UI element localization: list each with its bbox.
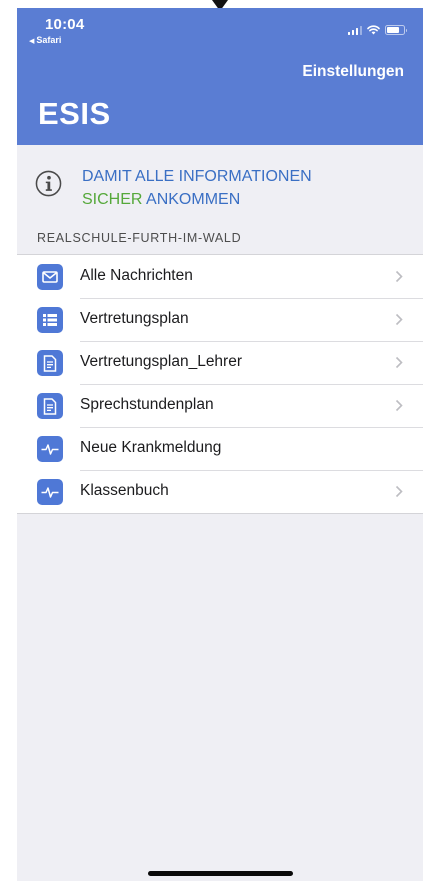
list-icon	[37, 307, 63, 333]
status-time: 10:04	[45, 16, 85, 33]
document-icon	[37, 350, 63, 376]
app-title: ESIS	[38, 96, 111, 131]
pulse-icon	[37, 479, 63, 505]
menu-item-vertretungsplan-lehrer[interactable]: Vertretungsplan_Lehrer	[17, 341, 423, 384]
info-line-2-rest: ANKOMMEN	[146, 191, 241, 208]
menu-item-label: Vertretungsplan	[80, 310, 189, 327]
info-message: DAMIT ALLE INFORMATIONEN SICHER ANKOMMEN	[82, 165, 312, 211]
home-indicator[interactable]	[148, 871, 293, 876]
chevron-right-icon	[395, 399, 403, 412]
back-to-app-link[interactable]: ◀ Safari	[29, 35, 61, 45]
phone-screen: 10:04 ◀ Safari Einstellungen ESIS DAMIT …	[17, 8, 423, 881]
chevron-right-icon	[395, 270, 403, 283]
section-title: REALSCHULE-FURTH-IM-WALD	[37, 231, 242, 245]
chevron-right-icon	[395, 356, 403, 369]
document-icon	[37, 393, 63, 419]
menu-item-sprechstundenplan[interactable]: Sprechstundenplan	[17, 384, 423, 427]
app-header: 10:04 ◀ Safari Einstellungen ESIS	[17, 8, 423, 145]
info-icon	[35, 170, 62, 197]
menu-item-label: Sprechstundenplan	[80, 396, 214, 413]
pulse-icon	[37, 436, 63, 462]
back-app-label: Safari	[36, 35, 62, 45]
mail-icon	[37, 264, 63, 290]
menu-item-label: Klassenbuch	[80, 482, 169, 499]
menu-item-label: Neue Krankmeldung	[80, 439, 222, 456]
menu-item-label: Alle Nachrichten	[80, 267, 193, 284]
cellular-signal-icon	[347, 26, 362, 35]
info-banner: DAMIT ALLE INFORMATIONEN SICHER ANKOMMEN	[35, 163, 405, 213]
chevron-right-icon	[395, 313, 403, 326]
info-highlight-word: SICHER	[82, 191, 143, 208]
battery-icon	[385, 25, 407, 35]
menu-list: Alle Nachrichten Vertretungsplan Vertret…	[17, 254, 423, 514]
menu-item-vertretungsplan[interactable]: Vertretungsplan	[17, 298, 423, 341]
info-line-1: DAMIT ALLE INFORMATIONEN	[82, 168, 312, 185]
menu-item-alle-nachrichten[interactable]: Alle Nachrichten	[17, 255, 423, 298]
menu-item-neue-krankmeldung[interactable]: Neue Krankmeldung	[17, 427, 423, 470]
chevron-right-icon	[395, 485, 403, 498]
settings-button[interactable]: Einstellungen	[302, 63, 404, 81]
menu-item-klassenbuch[interactable]: Klassenbuch	[17, 470, 423, 513]
back-triangle-icon: ◀	[29, 38, 35, 45]
info-line-2: SICHER ANKOMMEN	[82, 188, 312, 211]
status-icons	[347, 25, 407, 35]
wifi-icon	[367, 25, 380, 35]
menu-item-label: Vertretungsplan_Lehrer	[80, 353, 243, 370]
